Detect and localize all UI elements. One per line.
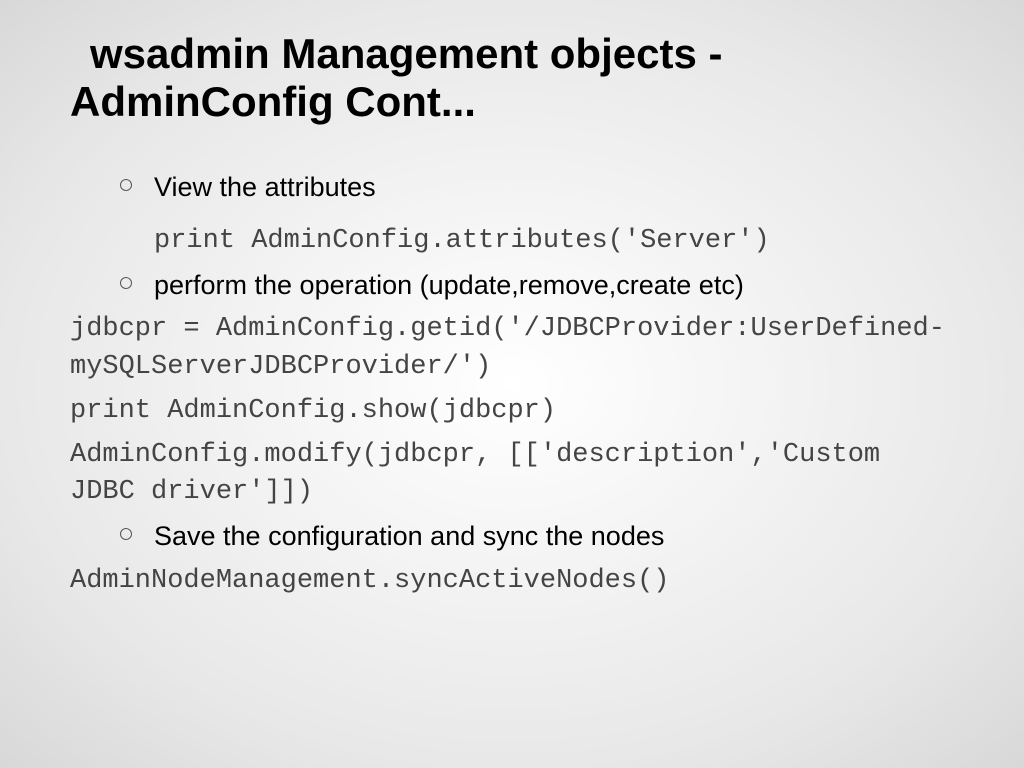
list-item: Save the configuration and sync the node… (120, 518, 954, 554)
bullet-text: View the attributes (154, 169, 376, 205)
bullet-text: Save the configuration and sync the node… (154, 518, 664, 554)
bullet-icon (120, 179, 132, 191)
list-item: View the attributes (120, 169, 954, 205)
slide: wsadmin Management objects - AdminConfig… (0, 0, 1024, 768)
slide-title: wsadmin Management objects - AdminConfig… (70, 30, 954, 127)
bullet-icon (120, 277, 132, 289)
slide-content: View the attributes print AdminConfig.at… (70, 169, 954, 601)
list-item: perform the operation (update,remove,cre… (120, 267, 954, 303)
bullet-icon (120, 528, 132, 540)
bullet-text: perform the operation (update,remove,cre… (154, 267, 744, 303)
code-line: print AdminConfig.show(jdbcpr) (70, 393, 954, 431)
code-line: print AdminConfig.attributes('Server') (120, 223, 954, 261)
code-line: AdminConfig.modify(jdbcpr, [['descriptio… (70, 437, 954, 513)
code-line: AdminNodeManagement.syncActiveNodes() (70, 563, 954, 601)
code-line: jdbcpr = AdminConfig.getid('/JDBCProvide… (70, 311, 954, 387)
